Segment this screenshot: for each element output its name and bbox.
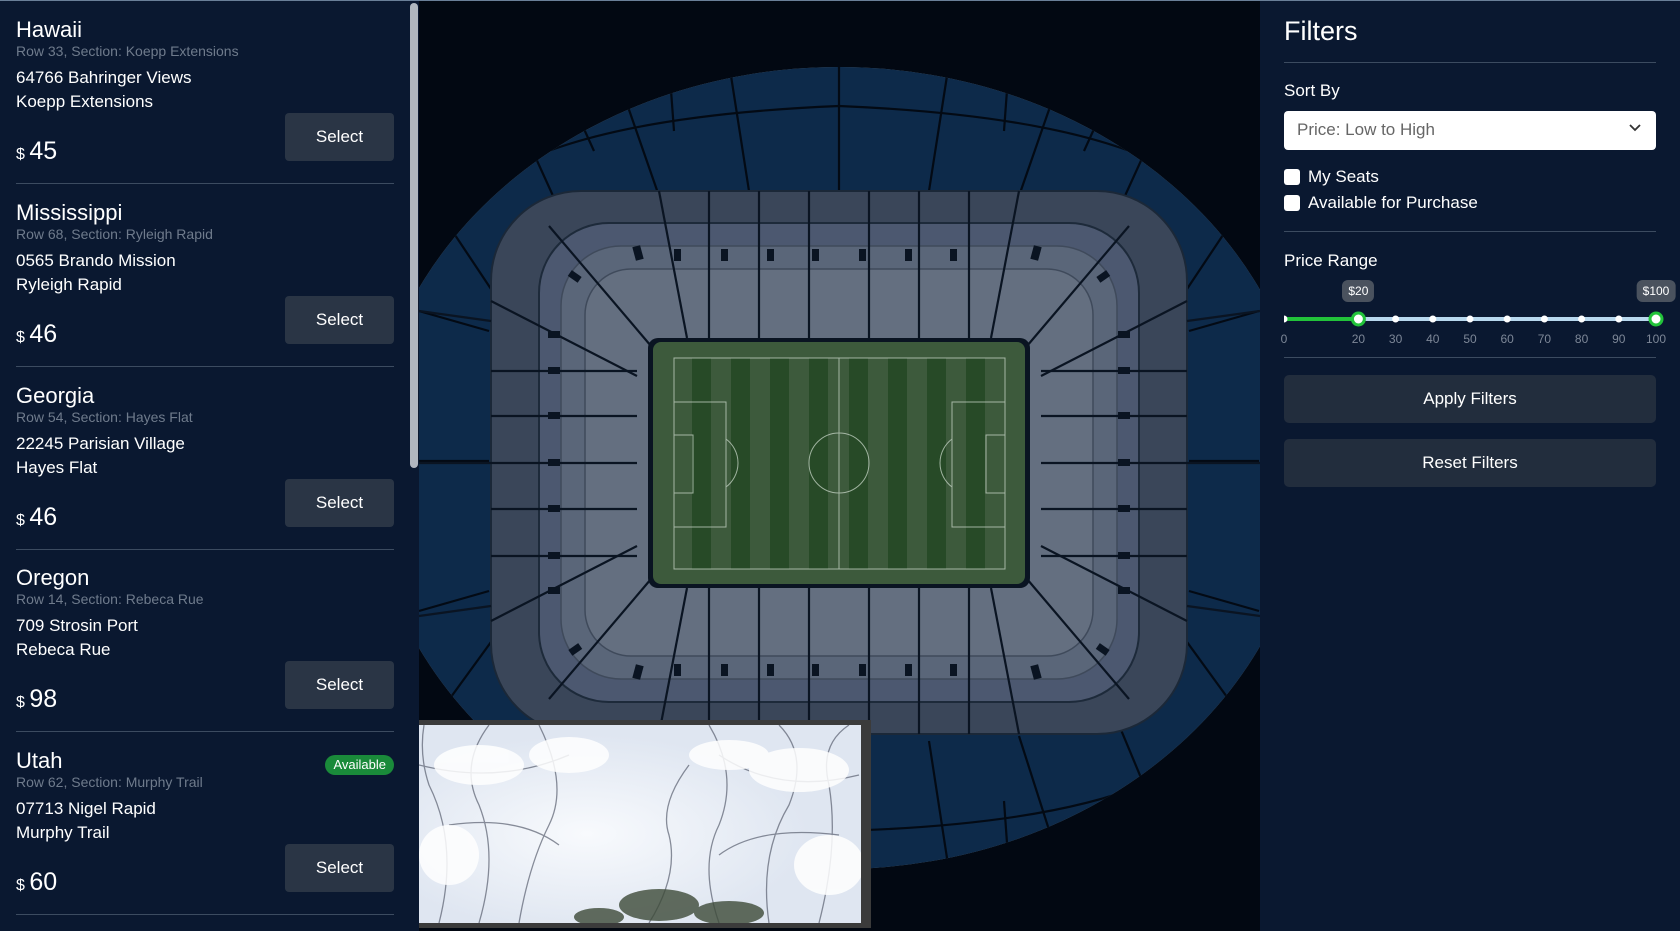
seat-name: Georgia <box>16 383 95 408</box>
sort-by-select[interactable]: Price: Low to High <box>1284 111 1656 150</box>
seat-price: $ 60 <box>16 868 57 897</box>
seat-row-section: Row 62, Section: Murphy Trail <box>16 774 203 790</box>
slider-tick-label: 40 <box>1426 332 1440 346</box>
select-seat-button[interactable]: Select <box>285 661 394 709</box>
seat-price: $ 46 <box>16 503 57 532</box>
available-badge: Available <box>325 755 394 775</box>
seat-name: Oregon <box>16 565 90 590</box>
slider-tick-dot <box>1503 315 1511 323</box>
select-seat-button[interactable]: Select <box>285 844 394 892</box>
seat-card: Utah Available Row 62, Section: Murphy T… <box>16 732 394 915</box>
slider-tick-label: 20 <box>1351 332 1366 346</box>
seat-card: Mississippi Row 68, Section: Ryleigh Rap… <box>16 184 394 367</box>
divider <box>1284 231 1656 232</box>
seat-area: Koepp Extensions <box>16 92 154 111</box>
select-seat-button[interactable]: Select <box>285 296 394 344</box>
seat-row-section: Row 14, Section: Rebeca Rue <box>16 591 204 607</box>
divider <box>1284 62 1656 63</box>
checkbox-label: My Seats <box>1308 167 1379 186</box>
slider-tick-label: 100 <box>1645 332 1667 346</box>
seat-price: $ 98 <box>16 685 57 714</box>
price-amount: 60 <box>29 868 58 896</box>
slider-tick-dot <box>1540 315 1548 323</box>
slider-tick-dot <box>1615 315 1623 323</box>
slider-tick-label: 80 <box>1574 332 1589 346</box>
seat-name: Hawaii <box>16 17 83 42</box>
slider-tick-dot <box>1466 315 1474 323</box>
seat-price: $ 45 <box>16 137 57 166</box>
price-range-slider[interactable]: $20 $100 0 20 30 40 50 60 70 80 90 100 <box>1280 274 1676 349</box>
seat-area: Rebeca Rue <box>16 640 111 659</box>
slider-tick-label: 70 <box>1537 332 1552 346</box>
stadium-map[interactable] <box>419 1 1260 931</box>
slider-tick-label: 0 <box>1280 332 1288 346</box>
slider-tick-dot <box>1429 315 1437 323</box>
select-seat-button[interactable]: Select <box>285 479 394 527</box>
currency-symbol: $ <box>16 877 25 894</box>
slider-tick-label: 50 <box>1463 332 1477 346</box>
price-amount: 98 <box>29 685 58 713</box>
seat-area: Murphy Trail <box>16 823 110 842</box>
snowy-forest-image <box>419 725 861 923</box>
slider-tick-label: 30 <box>1388 332 1403 346</box>
price-amount: 46 <box>29 503 58 531</box>
filters-panel: Filters Sort By Price: Low to High My Se… <box>1260 1 1680 931</box>
seat-area: Hayes Flat <box>16 458 98 477</box>
seat-row-section: Row 33, Section: Koepp Extensions <box>16 43 239 59</box>
max-price-handle[interactable] <box>1648 311 1664 327</box>
chevron-down-icon <box>1629 124 1641 132</box>
seat-card: Georgia Row 54, Section: Hayes Flat 2224… <box>16 367 394 550</box>
seat-view-photo <box>419 720 871 928</box>
seat-row-section: Row 54, Section: Hayes Flat <box>16 409 193 425</box>
reset-filters-button[interactable]: Reset Filters <box>1284 439 1656 487</box>
checkbox-box[interactable] <box>1284 195 1300 211</box>
sort-by-value: Price: Low to High <box>1297 120 1435 139</box>
sort-by-label: Sort By <box>1284 81 1340 100</box>
checkbox-label: Available for Purchase <box>1308 193 1478 212</box>
min-price-handle[interactable] <box>1350 311 1366 327</box>
price-amount: 45 <box>29 137 58 165</box>
currency-symbol: $ <box>16 329 25 346</box>
filters-title: Filters <box>1284 16 1358 46</box>
seat-name: Mississippi <box>16 200 123 225</box>
select-seat-button[interactable]: Select <box>285 113 394 161</box>
seat-price: $ 46 <box>16 320 57 349</box>
seat-card: Oregon Row 14, Section: Rebeca Rue 709 S… <box>16 549 394 732</box>
divider <box>1284 357 1656 358</box>
apply-filters-button[interactable]: Apply Filters <box>1284 375 1656 423</box>
currency-symbol: $ <box>16 146 25 163</box>
seat-card: Hawaii Row 33, Section: Koepp Extensions… <box>16 1 394 184</box>
currency-symbol: $ <box>16 512 25 529</box>
seat-row-section: Row 68, Section: Ryleigh Rapid <box>16 226 213 242</box>
list-scrollbar[interactable] <box>410 3 418 468</box>
seat-address: 07713 Nigel Rapid <box>16 799 156 818</box>
slider-tick-label: 90 <box>1612 332 1626 346</box>
slider-track[interactable] <box>1284 274 1664 329</box>
seat-name: Utah <box>16 748 63 773</box>
seat-address: 22245 Parisian Village <box>16 434 185 453</box>
seat-area: Ryleigh Rapid <box>16 275 122 294</box>
price-amount: 46 <box>29 320 58 348</box>
seat-address: 64766 Bahringer Views <box>16 68 192 87</box>
checkbox-box[interactable] <box>1284 169 1300 185</box>
slider-tick-label: 60 <box>1500 332 1514 346</box>
seat-address: 0565 Brando Mission <box>16 251 176 270</box>
slider-tick-dot <box>1284 315 1288 323</box>
slider-tick-dot <box>1578 315 1586 323</box>
seat-list[interactable]: Hawaii Row 33, Section: Koepp Extensions… <box>0 1 419 931</box>
currency-symbol: $ <box>16 694 25 711</box>
price-range-label: Price Range <box>1284 251 1378 270</box>
seat-address: 709 Strosin Port <box>16 616 138 635</box>
slider-tick-dot <box>1392 315 1400 323</box>
